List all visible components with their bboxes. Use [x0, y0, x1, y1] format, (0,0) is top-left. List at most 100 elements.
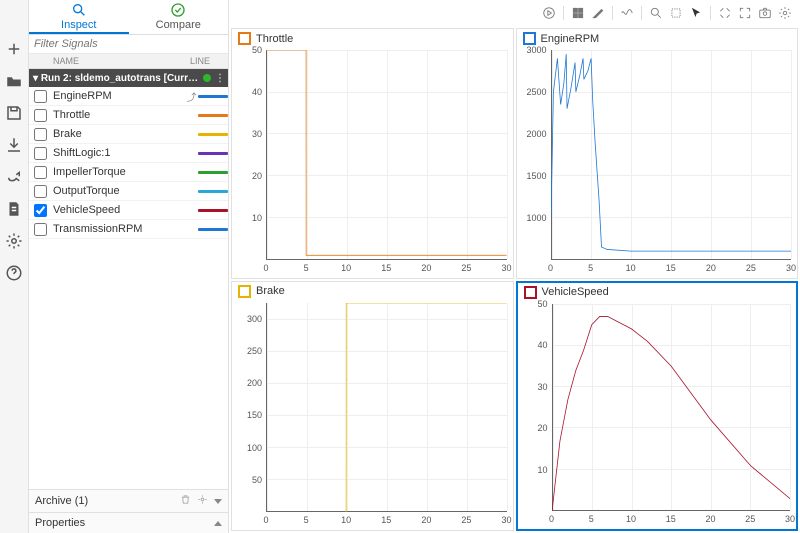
- y-tick: 150: [247, 410, 262, 420]
- plot-title: EngineRPM: [541, 33, 600, 45]
- signal-row[interactable]: ImpellerTorque: [29, 163, 228, 182]
- fullscreen-icon[interactable]: [736, 4, 754, 22]
- separator: [563, 6, 564, 20]
- y-tick: 40: [252, 87, 262, 97]
- x-tick: 30: [501, 515, 511, 525]
- plot-title: VehicleSpeed: [542, 286, 609, 298]
- legend-swatch: [238, 32, 251, 45]
- separator: [612, 6, 613, 20]
- signal-checkbox[interactable]: [34, 147, 47, 160]
- signal-name: ShiftLogic:1: [52, 147, 185, 159]
- signal-checkbox[interactable]: [34, 90, 47, 103]
- y-tick: 1000: [526, 213, 546, 223]
- tab-compare[interactable]: Compare: [129, 0, 229, 34]
- x-tick: 5: [304, 263, 309, 273]
- tab-inspect[interactable]: Inspect: [29, 0, 129, 34]
- plot-toolbar: [229, 0, 800, 26]
- plot-throttle[interactable]: Throttle 1020304050051015202530: [231, 28, 514, 279]
- zoom-icon[interactable]: [647, 4, 665, 22]
- x-tick: 0: [549, 514, 554, 524]
- signal-checkbox[interactable]: [34, 109, 47, 122]
- x-tick: 10: [341, 515, 351, 525]
- export-icon[interactable]: [5, 168, 23, 186]
- separator: [710, 6, 711, 20]
- x-tick: 30: [785, 514, 795, 524]
- x-tick: 25: [746, 263, 756, 273]
- x-tick: 15: [666, 263, 676, 273]
- data-line: [552, 304, 791, 512]
- run-row[interactable]: ▾ Run 2: sldemo_autotrans [Current] ⋮: [29, 69, 228, 87]
- signal-row[interactable]: VehicleSpeed: [29, 201, 228, 220]
- signal-list: EngineRPM ⤴ Throttle Brake ShiftLogic:1 …: [29, 87, 228, 239]
- legend-swatch: [524, 286, 537, 299]
- archive-label: Archive (1): [35, 495, 88, 507]
- run-icon[interactable]: [540, 4, 558, 22]
- signal-row[interactable]: Throttle: [29, 106, 228, 125]
- layout-icon[interactable]: [569, 4, 587, 22]
- plot-brake[interactable]: Brake 50100150200250300051015202530: [231, 281, 514, 532]
- archive-section[interactable]: Archive (1): [29, 489, 228, 512]
- x-tick: 20: [421, 263, 431, 273]
- check-icon: [170, 2, 186, 18]
- tab-inspect-label: Inspect: [61, 19, 96, 31]
- run-more-icon[interactable]: ⋮: [215, 73, 224, 84]
- plot-vehiclespeed[interactable]: VehicleSpeed 1020304050051015202530: [516, 281, 799, 532]
- x-tick: 20: [705, 514, 715, 524]
- signal-row[interactable]: ShiftLogic:1: [29, 144, 228, 163]
- x-tick: 5: [589, 514, 594, 524]
- y-tick: 50: [252, 475, 262, 485]
- signal-checkbox[interactable]: [34, 223, 47, 236]
- signal-row[interactable]: OutputTorque: [29, 182, 228, 201]
- x-tick: 15: [666, 514, 676, 524]
- fit-icon[interactable]: [716, 4, 734, 22]
- signal-checkbox[interactable]: [34, 185, 47, 198]
- snapshot-icon[interactable]: [756, 4, 774, 22]
- cursor-icon[interactable]: [687, 4, 705, 22]
- col-line: LINE: [190, 56, 228, 66]
- signal-name: TransmissionRPM: [52, 223, 185, 235]
- report-icon[interactable]: [5, 200, 23, 218]
- x-tick: 5: [588, 263, 593, 273]
- signal-type-icon[interactable]: [618, 4, 636, 22]
- properties-section[interactable]: Properties: [29, 512, 228, 533]
- line-swatch: [198, 114, 228, 117]
- y-tick: 20: [252, 171, 262, 181]
- legend-swatch: [523, 32, 536, 45]
- folder-icon[interactable]: [5, 72, 23, 90]
- signal-checkbox[interactable]: [34, 166, 47, 179]
- signal-checkbox[interactable]: [34, 204, 47, 217]
- line-swatch: [198, 228, 228, 231]
- save-icon[interactable]: [5, 104, 23, 122]
- pan-icon[interactable]: [667, 4, 685, 22]
- filter-signals-input[interactable]: [29, 35, 228, 54]
- gear-icon[interactable]: [5, 232, 23, 250]
- signal-row[interactable]: EngineRPM ⤴: [29, 87, 228, 106]
- y-tick: 200: [247, 378, 262, 388]
- y-tick: 40: [537, 340, 547, 350]
- help-icon[interactable]: [5, 264, 23, 282]
- plot-enginerpm[interactable]: EngineRPM 100015002000250030000510152025…: [516, 28, 799, 279]
- signal-name: VehicleSpeed: [52, 204, 185, 216]
- signal-row[interactable]: Brake: [29, 125, 228, 144]
- signal-checkbox[interactable]: [34, 128, 47, 141]
- x-tick: 0: [548, 263, 553, 273]
- clear-icon[interactable]: [589, 4, 607, 22]
- x-tick: 20: [421, 515, 431, 525]
- signal-name: Throttle: [52, 109, 185, 121]
- add-icon[interactable]: [5, 40, 23, 58]
- separator: [641, 6, 642, 20]
- line-swatch: [198, 171, 228, 174]
- import-icon[interactable]: [5, 136, 23, 154]
- settings-icon[interactable]: [776, 4, 794, 22]
- x-tick: 5: [304, 515, 309, 525]
- x-tick: 25: [461, 263, 471, 273]
- signal-row[interactable]: TransmissionRPM: [29, 220, 228, 239]
- y-tick: 3000: [526, 45, 546, 55]
- archive-gear-icon[interactable]: [197, 494, 208, 508]
- side-panel: Inspect Compare NAME LINE ▾ Run 2: sldem…: [29, 0, 229, 533]
- y-tick: 20: [537, 423, 547, 433]
- x-tick: 25: [745, 514, 755, 524]
- run-status-dot: [203, 74, 211, 82]
- archive-trash-icon[interactable]: [180, 494, 191, 508]
- y-tick: 100: [247, 443, 262, 453]
